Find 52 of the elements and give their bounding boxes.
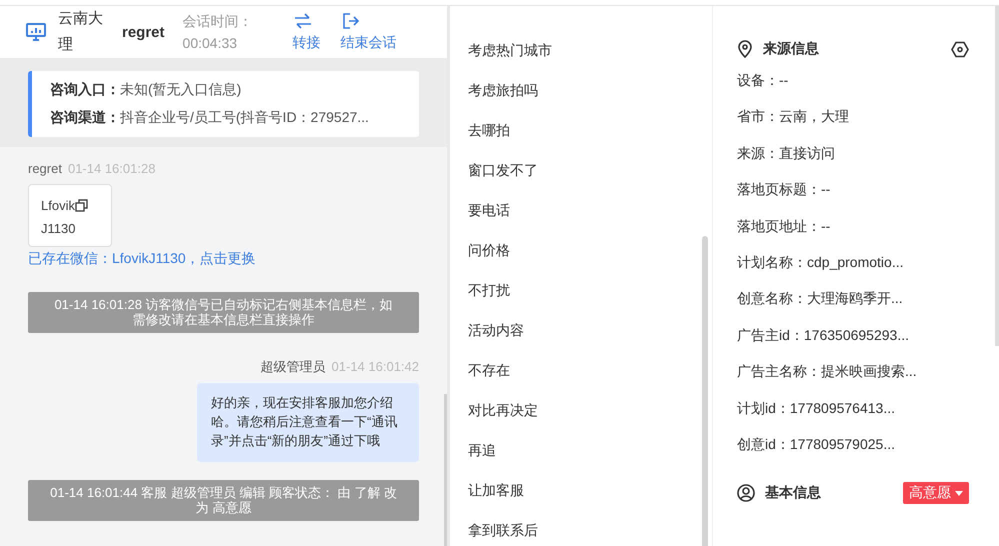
message-time: 01-14 16:01:28 — [68, 161, 156, 176]
exit-icon — [340, 12, 361, 30]
quick-reply-item[interactable]: 不打扰 — [468, 270, 712, 310]
visitor-name: regret — [122, 24, 165, 40]
settings-icon[interactable] — [951, 40, 969, 58]
quick-reply-item[interactable]: 拿到联系后 — [468, 510, 712, 546]
transfer-button[interactable]: 转接 — [292, 12, 321, 52]
quick-reply-item[interactable]: 不存在 — [468, 350, 712, 390]
source-info-text: 来源：直接访问 — [737, 144, 836, 163]
end-session-button[interactable]: 结束会话 — [340, 12, 397, 52]
monitor-icon — [26, 23, 46, 41]
caret-down-icon — [955, 490, 963, 496]
source-info-text: 广告主id：176350695293... — [737, 326, 910, 345]
system-notice: 01-14 16:01:28 访客微信号已自动标记右侧基本信息栏，如需修改请在基本信息栏直接操作 — [28, 292, 419, 333]
location-text: 云南大理 — [58, 9, 104, 55]
source-info-text: 设备：-- — [737, 71, 790, 90]
source-info-text: 计划id：177809576413... — [737, 398, 896, 418]
source-info-text: 创意名称：大理海鸥季开... — [737, 289, 904, 308]
system-notice: 01-14 16:01:44 客服 超级管理员 编辑 顾客状态： 由 了解 改为 高意愿 — [28, 480, 419, 521]
quick-reply-item[interactable]: 问价格 — [468, 230, 712, 270]
quick-reply-item[interactable]: 去哪拍 — [468, 110, 712, 150]
user-circle-icon — [737, 484, 755, 502]
sender-name: regret — [28, 161, 62, 176]
section-title: 基本信息 — [765, 484, 821, 502]
intent-tag[interactable]: 高意愿 — [903, 482, 969, 504]
source-info-text: 落地页标题：-- — [737, 180, 832, 200]
source-info-text: 省市：云南，大理 — [737, 107, 850, 126]
section-title: 来源信息 — [763, 40, 819, 58]
change-wechat-link[interactable]: 已存在微信：LfovikJ1130，点击更换 — [28, 250, 256, 268]
consult-info-text: 咨询入口：未知(暂无入口信息) — [50, 81, 242, 99]
quick-reply-item[interactable]: 让加客服 — [468, 470, 712, 510]
wechat-id-text: J1130 — [41, 220, 76, 238]
quick-reply-item[interactable]: 对比再决定 — [468, 390, 712, 430]
quick-reply-item[interactable]: 考虑热门城市 — [468, 30, 712, 70]
message-time: 01-14 16:01:42 — [332, 359, 419, 374]
copy-icon — [74, 199, 88, 212]
quick-reply-item[interactable]: 再追 — [468, 430, 712, 470]
wechat-id-text: Lfovik — [41, 197, 75, 215]
quick-reply-item[interactable]: 要电话 — [468, 190, 712, 230]
sender-name: 超级管理员 — [260, 359, 326, 374]
location-pin-icon — [737, 40, 753, 58]
quick-reply-item[interactable]: 考虑旅拍吗 — [468, 70, 712, 110]
session-duration: 会话时间： 00:04:33 — [182, 12, 254, 53]
source-info-text: 落地页地址：-- — [737, 216, 832, 236]
source-info-text: 计划名称：cdp_promotio... — [737, 252, 904, 272]
message-bubble: 好的亲，现在安排客服加您介绍哈。请您稍后注意查看一下“通讯录”并点击“新的朋友”通过下哦 — [197, 383, 419, 462]
quick-reply-item[interactable]: 窗口发不了 — [468, 150, 712, 190]
source-info-text: 创意id：177809579025... — [737, 434, 896, 454]
source-info-text: 广告主名称：提米映画搜索... — [737, 362, 918, 382]
consult-info-text: 咨询渠道：抖音企业号/员工号(抖音号ID：279527... — [50, 109, 370, 127]
quick-reply-item[interactable]: 活动内容 — [468, 310, 712, 350]
swap-arrows-icon — [292, 12, 313, 30]
